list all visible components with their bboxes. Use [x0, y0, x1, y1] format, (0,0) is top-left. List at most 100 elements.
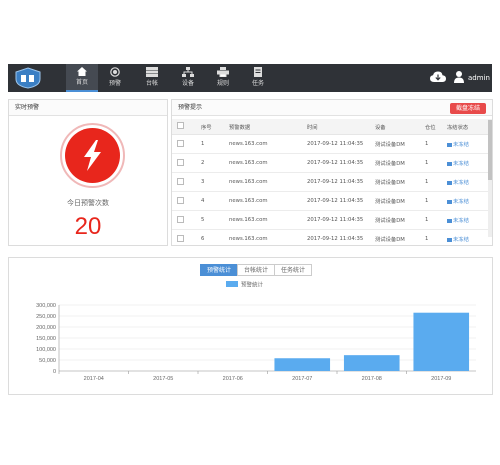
select-all-checkbox[interactable]	[177, 122, 184, 129]
row-checkbox[interactable]	[177, 196, 184, 204]
status-icon	[447, 199, 452, 204]
freeze-status-link[interactable]: 未冻结	[447, 237, 469, 243]
home-icon	[77, 67, 87, 76]
row-checkbox[interactable]	[177, 177, 184, 185]
nav-device-label: 设备	[181, 80, 194, 87]
row-time: 2017-09-12 11:04:35	[306, 229, 374, 245]
x-tick-label: 2017-08	[362, 376, 382, 382]
bar-2017-07	[274, 358, 331, 371]
status-icon	[447, 161, 452, 166]
y-tick-label: 150,000	[36, 336, 56, 342]
nav-device[interactable]: 设备	[172, 64, 204, 92]
row-status: 未冻结	[446, 153, 488, 173]
freeze-status-link[interactable]: 未冻结	[447, 218, 469, 224]
row-checkbox[interactable]	[177, 158, 184, 166]
table-row[interactable]: 1 news.163.com 2017-09-12 11:04:35 测试设备DM 1 未…	[172, 134, 488, 154]
tab-task-stats[interactable]: 任务统计	[274, 264, 312, 276]
nav-task[interactable]: 任务	[242, 64, 274, 92]
nav-ledger-label: 台帐	[145, 80, 158, 87]
col-time: 时间	[306, 119, 374, 135]
y-tick-label: 250,000	[36, 314, 56, 320]
row-time: 2017-09-12 11:04:35	[306, 210, 374, 230]
row-slot: 1	[424, 134, 446, 154]
table-row[interactable]: 3 news.163.com 2017-09-12 11:04:35 测试设备DM 1 未…	[172, 172, 488, 192]
table-row[interactable]: 4 news.163.com 2017-09-12 11:04:35 测试设备DM 1 未…	[172, 191, 488, 211]
row-checkbox-cell[interactable]	[172, 134, 200, 154]
nav-task-label: 任务	[251, 80, 264, 87]
realtime-alarm-title: 实时预警	[9, 100, 167, 116]
user-name[interactable]: admin	[468, 74, 490, 82]
row-status: 未冻结	[446, 210, 488, 230]
alert-icon	[110, 67, 120, 77]
alert-list-panel: 预警提示 截盘冻结 序号 预警数据 时间 设备 仓位 冻结状态 1 news.16…	[171, 99, 493, 246]
col-data: 预警数据	[228, 119, 306, 135]
row-slot: 1	[424, 191, 446, 211]
legend-label: 预警统计	[241, 281, 264, 289]
row-checkbox-cell[interactable]	[172, 172, 200, 192]
row-checkbox[interactable]	[177, 215, 184, 223]
y-tick-label: 100,000	[36, 347, 56, 353]
y-tick-label: 200,000	[36, 325, 56, 331]
tab-alert-stats[interactable]: 预警统计	[200, 264, 238, 276]
row-index: 1	[200, 134, 228, 154]
x-tick-label: 2017-04	[84, 376, 104, 382]
status-icon	[447, 218, 452, 223]
row-device: 测试设备DM	[374, 191, 424, 211]
nav-alert[interactable]: 预警	[99, 64, 131, 92]
alarm-count-label: 今日预警次数	[67, 199, 109, 207]
table-scroll-thumb[interactable]	[488, 120, 492, 180]
nav-alert-label: 预警	[108, 80, 121, 87]
freeze-status-text: 未冻结	[453, 237, 469, 243]
nav-ledger[interactable]: 台帐	[136, 64, 168, 92]
tab-ledger-stats[interactable]: 台帐统计	[237, 264, 275, 276]
row-checkbox[interactable]	[177, 234, 184, 242]
select-all-cell[interactable]	[172, 119, 200, 135]
row-time: 2017-09-12 11:04:35	[306, 153, 374, 173]
row-checkbox-cell[interactable]	[172, 191, 200, 211]
freeze-status-link[interactable]: 未冻结	[447, 161, 469, 167]
alarm-badge	[65, 128, 120, 183]
brand-logo	[15, 67, 41, 89]
row-device: 测试设备DM	[374, 134, 424, 154]
row-slot: 1	[424, 210, 446, 230]
top-nav-bar: 首页 预警 台帐 设备 规则 任务	[8, 64, 492, 92]
ledger-icon	[146, 67, 158, 77]
freeze-status-link[interactable]: 未冻结	[447, 142, 469, 148]
y-tick-label: 0	[53, 369, 56, 375]
legend-swatch	[226, 281, 238, 287]
col-slot: 仓位	[424, 119, 446, 135]
status-icon	[447, 180, 452, 185]
cloud-download-icon[interactable]	[430, 71, 446, 83]
row-checkbox-cell[interactable]	[172, 153, 200, 173]
freeze-status-text: 未冻结	[453, 199, 469, 205]
freeze-button[interactable]: 截盘冻结	[449, 103, 486, 114]
row-checkbox-cell[interactable]	[172, 210, 200, 230]
row-device: 测试设备DM	[374, 172, 424, 192]
freeze-status-text: 未冻结	[453, 161, 469, 167]
table-row[interactable]: 2 news.163.com 2017-09-12 11:04:35 测试设备DM 1 未…	[172, 153, 488, 173]
freeze-status-link[interactable]: 未冻结	[447, 199, 469, 205]
row-status: 未冻结	[446, 134, 488, 154]
row-checkbox-cell[interactable]	[172, 229, 200, 245]
alert-list-title: 预警提示	[172, 100, 492, 116]
row-device: 测试设备DM	[374, 229, 424, 245]
realtime-alarm-panel: 实时预警 今日预警次数 20	[8, 99, 168, 246]
alarm-count-value: 20	[74, 213, 102, 240]
user-icon[interactable]	[454, 71, 464, 83]
table-row[interactable]: 6 news.163.com 2017-09-12 11:04:35 测试设备DM 1 未…	[172, 229, 488, 245]
row-index: 4	[200, 191, 228, 211]
freeze-status-link[interactable]: 未冻结	[447, 180, 469, 186]
nav-home[interactable]: 首页	[66, 64, 98, 92]
row-data: news.163.com	[228, 134, 306, 154]
nav-home-label: 首页	[75, 79, 88, 86]
table-row[interactable]: 5 news.163.com 2017-09-12 11:04:35 测试设备DM 1 未…	[172, 210, 488, 230]
rule-icon	[217, 67, 229, 77]
statistics-panel: 预警统计 台帐统计 任务统计 预警统计 0 50,000 100,000 150,000…	[8, 257, 493, 395]
nav-rule[interactable]: 规则	[207, 64, 239, 92]
row-slot: 1	[424, 172, 446, 192]
row-data: news.163.com	[228, 229, 306, 245]
row-index: 2	[200, 153, 228, 173]
row-checkbox[interactable]	[177, 139, 184, 147]
freeze-status-text: 未冻结	[453, 180, 469, 186]
alert-stats-chart: 预警统计 0 50,000 100,000 150,000 200,000 250,000 3…	[36, 281, 476, 382]
